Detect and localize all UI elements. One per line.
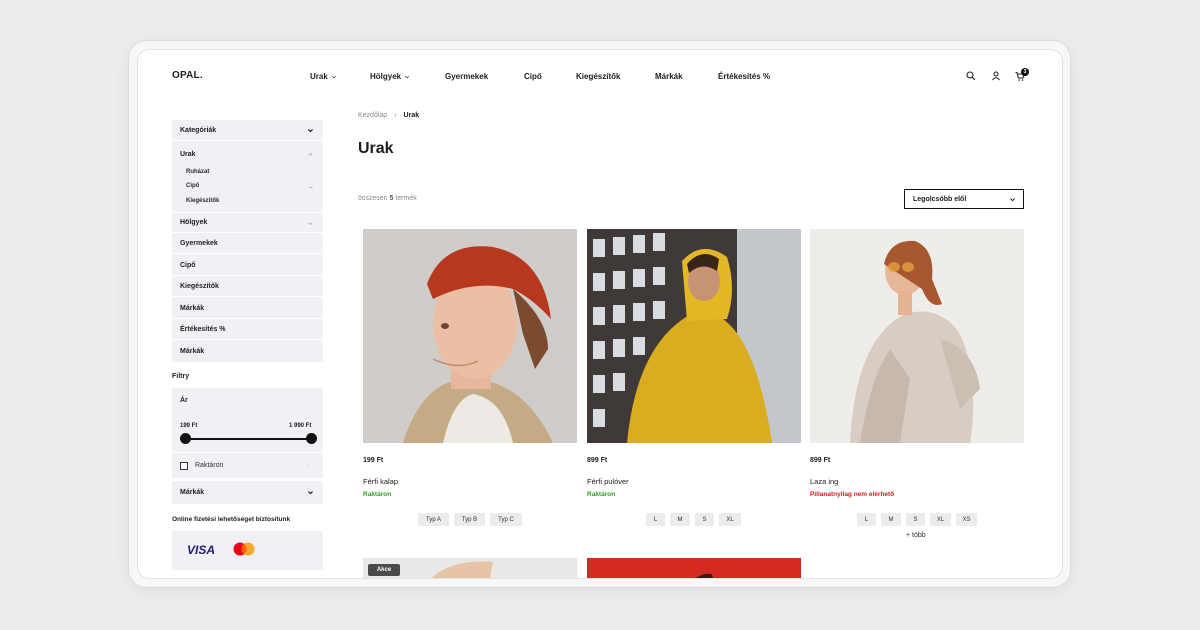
chevron-right-icon: › <box>306 462 308 468</box>
size-option[interactable]: XS <box>956 513 977 526</box>
product-count: összesen 5 termék <box>358 195 417 202</box>
in-stock-checkbox[interactable] <box>180 462 188 470</box>
chevron-up-icon <box>308 152 313 156</box>
sidebar-item-gyermekek[interactable]: Gyermekek <box>172 233 323 254</box>
mastercard-logo <box>233 542 255 556</box>
product-price: 199 Ft <box>363 457 384 464</box>
cart-count-badge: 3 <box>1021 68 1029 76</box>
payment-title: Online fizetési lehetőséget biztosítunk <box>172 516 291 523</box>
size-option[interactable]: XL <box>719 513 741 526</box>
man-portrait-image <box>363 229 577 443</box>
search-icon[interactable] <box>965 70 977 82</box>
size-option[interactable]: S <box>695 513 714 526</box>
product-image-laza-ing[interactable] <box>810 229 1024 443</box>
size-option[interactable]: M <box>670 513 690 526</box>
nav-item-ertekesites[interactable]: Értékesítés % <box>718 72 770 81</box>
woman-portrait-image <box>810 229 1024 443</box>
chevron-down-icon[interactable] <box>308 184 314 190</box>
product-photo-image <box>587 558 801 578</box>
chevron-down-icon <box>405 75 410 78</box>
product-name[interactable]: Férfi kalap <box>363 477 398 486</box>
sidebar-item-cipo[interactable]: Cipő <box>172 255 323 276</box>
user-icon[interactable] <box>990 70 1002 82</box>
product-image-ferfi-kalap[interactable] <box>363 229 577 443</box>
brands-label: Márkák <box>180 489 205 496</box>
product-name[interactable]: Férfi pulóver <box>587 477 629 486</box>
main-nav: Urak Hölgyek Gyermekek Cipő Kiegészítők … <box>138 72 1062 84</box>
product-image-ferfi-pulover[interactable] <box>587 229 801 443</box>
sale-badge: Akce <box>368 564 400 576</box>
chevron-down-icon <box>308 129 313 133</box>
chevron-down-icon <box>331 75 336 78</box>
divider <box>172 452 323 453</box>
filters-title: Filtry <box>172 373 190 380</box>
more-sizes-link[interactable]: + több <box>906 532 926 539</box>
categories-header[interactable]: Kategóriák <box>172 120 323 141</box>
chevron-down-icon <box>308 491 313 495</box>
product-stock-status: Raktáron <box>587 491 616 498</box>
product-price: 899 Ft <box>810 457 831 464</box>
page: OPAL. Urak Hölgyek Gyermekek Cipő Kiegés… <box>137 49 1063 579</box>
breadcrumb: Kezdőlap › Urak <box>358 112 419 119</box>
brands-filter[interactable]: Márkák <box>172 481 323 504</box>
price-min: 199 Ft <box>180 423 198 429</box>
chevron-right-icon: › <box>394 112 397 119</box>
sidebar-item-ertekesites[interactable]: Értékesítés % <box>172 319 323 340</box>
sidebar-item-urak[interactable]: Urak <box>172 144 323 165</box>
sidebar-item-holgyek[interactable]: Hölgyek <box>172 212 323 233</box>
in-stock-label: Raktáron <box>195 462 224 469</box>
chevron-down-icon <box>308 222 313 226</box>
nav-item-markak[interactable]: Márkák <box>655 72 683 81</box>
product-stock-status: Raktáron <box>363 491 392 498</box>
product-stock-status: Pillanatnyilag nem elérhető <box>810 491 895 498</box>
size-option[interactable]: S <box>906 513 925 526</box>
price-slider-track[interactable] <box>186 438 312 440</box>
payment-logos: VISA <box>172 531 323 570</box>
breadcrumb-home[interactable]: Kezdőlap <box>358 112 387 119</box>
product-image-5[interactable] <box>587 558 801 578</box>
sidebar-item-markak-2[interactable]: Márkák <box>172 341 323 362</box>
price-max: 1 990 Ft <box>289 423 312 429</box>
breadcrumb-current: Urak <box>403 112 420 119</box>
nav-item-urak[interactable]: Urak <box>310 72 337 81</box>
size-option[interactable]: L <box>646 513 665 526</box>
page-title: Urak <box>358 140 394 157</box>
product-price: 899 Ft <box>587 457 608 464</box>
sidebar-subitem-cipo[interactable]: Cipő <box>186 183 199 189</box>
price-slider-min-handle[interactable] <box>180 433 191 444</box>
sidebar-subitem-kiegeszitok[interactable]: Kiegészítők <box>186 198 219 204</box>
price-label: Ár <box>180 397 188 404</box>
sidebar-categories: Kategóriák Urak Ruházat Cipő Kiegészítők… <box>172 120 323 362</box>
size-option[interactable]: M <box>881 513 901 526</box>
sort-select[interactable]: Legolcsóbb elől <box>904 189 1024 209</box>
sidebar-subitem-ruhazat[interactable]: Ruházat <box>186 169 209 175</box>
visa-logo: VISA <box>187 543 216 557</box>
price-slider-max-handle[interactable] <box>306 433 317 444</box>
nav-item-cipo[interactable]: Cipő <box>524 72 542 81</box>
size-option[interactable]: Typ A <box>418 513 449 526</box>
size-option[interactable]: L <box>857 513 876 526</box>
chevron-down-icon <box>1010 198 1015 202</box>
size-option[interactable]: Typ C <box>490 513 522 526</box>
nav-item-gyermekek[interactable]: Gyermekek <box>445 72 488 81</box>
nav-item-holgyek[interactable]: Hölgyek <box>370 72 410 81</box>
size-option[interactable]: XL <box>930 513 951 526</box>
nav-item-kiegeszitok[interactable]: Kiegészítők <box>576 72 620 81</box>
size-option[interactable]: Typ B <box>454 513 485 526</box>
sidebar-item-markak[interactable]: Márkák <box>172 298 323 319</box>
man-yellow-hoodie-image <box>587 229 801 443</box>
sidebar-item-kiegeszitok[interactable]: Kiegészítők <box>172 276 323 297</box>
product-name[interactable]: Laza ing <box>810 477 838 486</box>
